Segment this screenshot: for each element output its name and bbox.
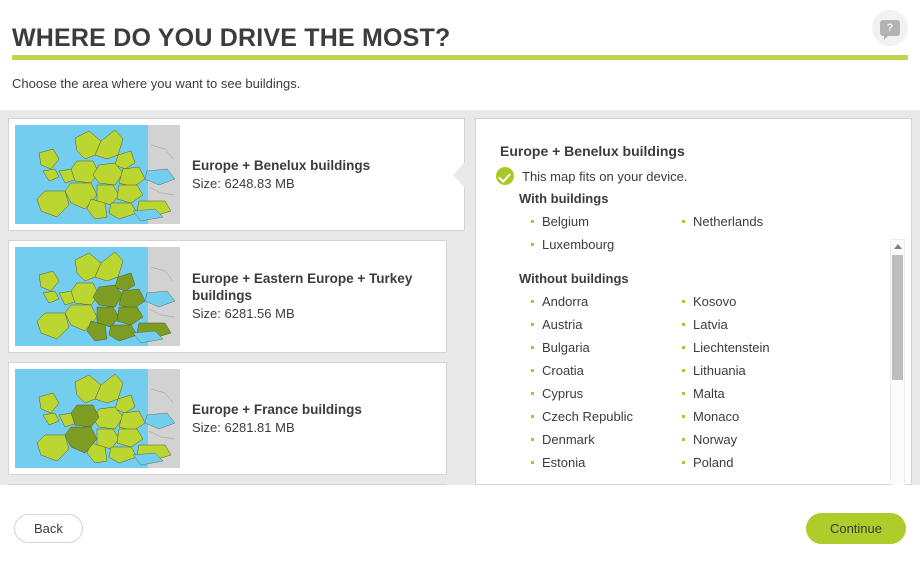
country-list-scrollbar[interactable] bbox=[890, 239, 905, 485]
map-thumbnail bbox=[15, 247, 180, 346]
list-item: Denmark bbox=[531, 428, 664, 451]
list-item: Luxembourg bbox=[531, 233, 664, 256]
map-card-benelux[interactable]: Europe + Benelux buildings Size: 6248.83… bbox=[8, 118, 465, 231]
check-circle-icon bbox=[496, 167, 514, 185]
list-item: Bulgaria bbox=[531, 336, 664, 359]
list-item: Norway bbox=[682, 428, 852, 451]
selected-card-caret-icon bbox=[453, 162, 465, 188]
map-card-size: Size: 6281.56 MB bbox=[192, 306, 295, 321]
content-area: Europe + Benelux buildings Size: 6248.83… bbox=[0, 110, 920, 485]
map-card-text: Europe + France buildings Size: 6281.81 … bbox=[180, 363, 374, 474]
title-divider bbox=[12, 55, 908, 60]
continue-button[interactable]: Continue bbox=[805, 513, 906, 544]
list-item: Croatia bbox=[531, 359, 664, 382]
list-item: Andorra bbox=[531, 290, 664, 313]
map-card-list[interactable]: Europe + Benelux buildings Size: 6248.83… bbox=[8, 118, 470, 485]
group-heading-without-buildings: Without buildings bbox=[519, 271, 629, 286]
device-fit-status: This map fits on your device. bbox=[496, 167, 687, 185]
country-columns-with-buildings: Belgium Luxembourg Netherlands bbox=[476, 210, 912, 256]
map-detail-panel: Europe + Benelux buildings This map fits… bbox=[475, 118, 912, 485]
list-item: Czech Republic bbox=[531, 405, 664, 428]
map-thumbnail bbox=[15, 369, 180, 468]
help-question-bubble-icon: ? bbox=[880, 20, 900, 40]
list-item: Monaco bbox=[682, 405, 852, 428]
country-column-right: Netherlands bbox=[664, 210, 852, 256]
country-groups: With buildings Belgium Luxembourg Nether… bbox=[476, 191, 912, 483]
country-column-left: Belgium Luxembourg bbox=[476, 210, 664, 256]
map-card-size: Size: 6281.81 MB bbox=[192, 419, 295, 435]
map-card-eastern-europe-turkey[interactable]: Europe + Eastern Europe + Turkey buildin… bbox=[8, 240, 447, 353]
list-item: Belgium bbox=[531, 210, 664, 233]
country-column-left: Andorra Austria Bulgaria Croatia Cyprus … bbox=[476, 290, 664, 474]
detail-title: Europe + Benelux buildings bbox=[500, 143, 685, 159]
chevron-up-icon[interactable] bbox=[891, 240, 904, 253]
back-button[interactable]: Back bbox=[14, 514, 83, 543]
map-card-text: Europe + Eastern Europe + Turkey buildin… bbox=[180, 241, 446, 352]
device-fit-text: This map fits on your device. bbox=[522, 168, 688, 184]
list-item: Lithuania bbox=[682, 359, 852, 382]
page-subtitle: Choose the area where you want to see bu… bbox=[12, 76, 301, 91]
scrollbar-thumb[interactable] bbox=[892, 255, 903, 380]
map-card-text: Europe + Benelux buildings Size: 6248.83… bbox=[180, 119, 382, 230]
list-item: Latvia bbox=[682, 313, 852, 336]
list-item: Estonia bbox=[531, 451, 664, 474]
map-card-size: Size: 6248.83 MB bbox=[192, 175, 295, 191]
list-item: Liechtenstein bbox=[682, 336, 852, 359]
map-card-title: Europe + France buildings bbox=[192, 401, 362, 417]
list-item: Cyprus bbox=[531, 382, 664, 405]
country-column-right: Kosovo Latvia Liechtenstein Lithuania Ma… bbox=[664, 290, 852, 474]
map-thumbnail bbox=[15, 125, 180, 224]
footer: Back Continue bbox=[0, 485, 920, 575]
list-item: Austria bbox=[531, 313, 664, 336]
list-item: Malta bbox=[682, 382, 852, 405]
map-card-title: Europe + Eastern Europe + Turkey buildin… bbox=[192, 271, 413, 303]
map-card-title: Europe + Benelux buildings bbox=[192, 157, 371, 173]
list-item: Poland bbox=[682, 451, 852, 474]
header: WHERE DO YOU DRIVE THE MOST? Choose the … bbox=[0, 0, 920, 110]
help-button[interactable]: ? bbox=[872, 10, 908, 46]
group-heading-with-buildings: With buildings bbox=[519, 191, 609, 206]
country-columns-without-buildings: Andorra Austria Bulgaria Croatia Cyprus … bbox=[476, 290, 912, 474]
page-title: WHERE DO YOU DRIVE THE MOST? bbox=[12, 24, 451, 52]
list-item: Kosovo bbox=[682, 290, 852, 313]
list-item: Netherlands bbox=[682, 210, 852, 233]
map-selection-screen: WHERE DO YOU DRIVE THE MOST? Choose the … bbox=[0, 0, 920, 575]
map-card-france[interactable]: Europe + France buildings Size: 6281.81 … bbox=[8, 362, 447, 475]
